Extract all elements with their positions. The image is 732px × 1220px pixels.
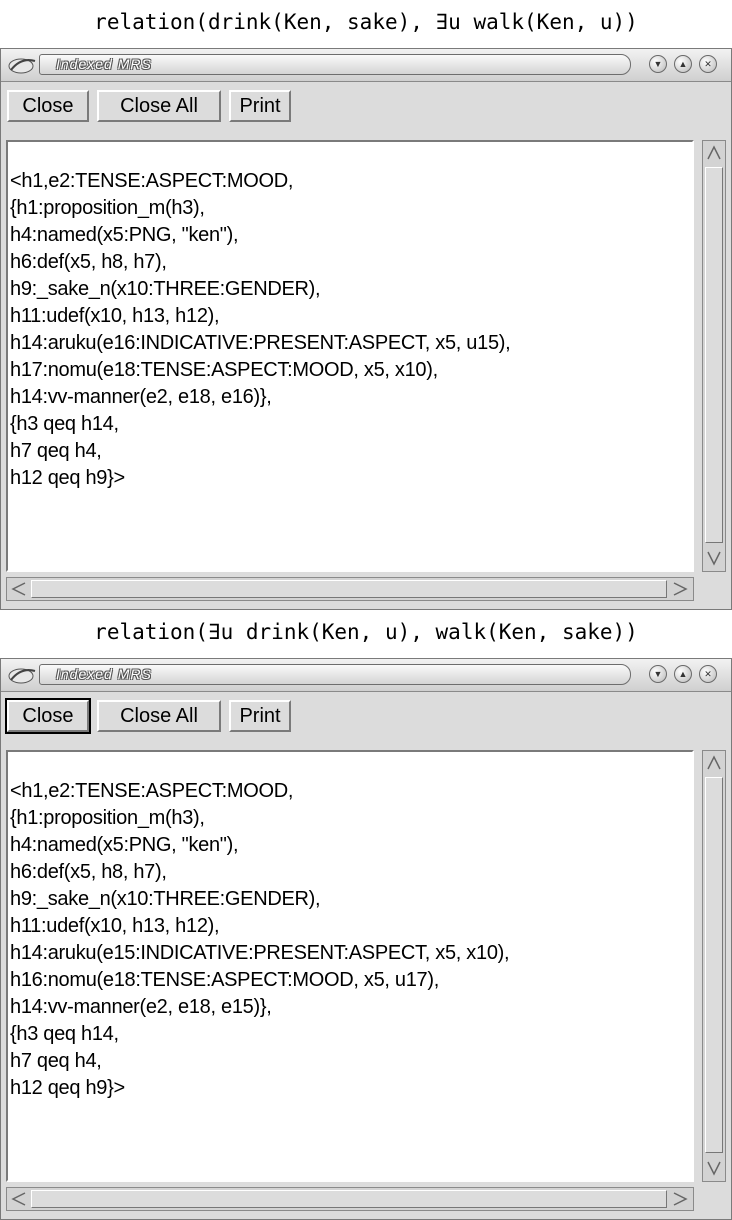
mrs-line: h14:aruku(e15:INDICATIVE:PRESENT:ASPECT,… bbox=[10, 942, 510, 964]
mrs-line: h14:aruku(e16:INDICATIVE:PRESENT:ASPECT,… bbox=[10, 332, 511, 354]
scroll-up-arrow-icon[interactable] bbox=[705, 144, 723, 162]
mrs-line: h4:named(x5:PNG, "ken"), bbox=[10, 834, 239, 856]
print-button[interactable]: Print bbox=[229, 90, 291, 122]
mrs-line: h7 qeq h4, bbox=[10, 1050, 102, 1072]
horizontal-scrollbar[interactable] bbox=[6, 577, 694, 601]
mrs-line: h4:named(x5:PNG, "ken"), bbox=[10, 224, 239, 246]
mrs-line: h14:vv-manner(e2, e18, e16)}, bbox=[10, 386, 272, 408]
vertical-scrollbar[interactable] bbox=[702, 750, 726, 1182]
toolbar: Close Close All Print bbox=[1, 82, 731, 130]
toolbar: Close Close All Print bbox=[1, 692, 731, 740]
mrs-line: h9:_sake_n(x10:THREE:GENDER), bbox=[10, 278, 321, 300]
panel-1: relation(drink(Ken, sake), ∃u walk(Ken, … bbox=[0, 0, 732, 610]
panel-caption: relation(∃u drink(Ken, u), walk(Ken, sak… bbox=[94, 620, 638, 644]
scroll-down-arrow-icon[interactable] bbox=[705, 549, 723, 567]
maximize-icon: ▲ bbox=[678, 669, 688, 679]
horizontal-scrollbar[interactable] bbox=[6, 1187, 694, 1211]
close-icon: ✕ bbox=[704, 668, 712, 679]
mrs-line: <h1,e2:TENSE:ASPECT:MOOD, bbox=[10, 170, 294, 192]
close-window-button[interactable]: ✕ bbox=[699, 665, 717, 683]
maximize-button[interactable]: ▲ bbox=[674, 665, 692, 683]
mrs-line: h12 qeq h9}> bbox=[10, 467, 125, 489]
vertical-scroll-thumb[interactable] bbox=[705, 167, 723, 543]
print-button[interactable]: Print bbox=[229, 700, 291, 732]
maximize-button[interactable]: ▲ bbox=[674, 55, 692, 73]
mrs-line: h7 qeq h4, bbox=[10, 440, 102, 462]
mrs-line: h6:def(x5, h8, h7), bbox=[10, 861, 167, 883]
maximize-icon: ▲ bbox=[678, 59, 688, 69]
minimize-icon: ▼ bbox=[653, 59, 663, 69]
horizontal-scroll-thumb[interactable] bbox=[31, 1190, 667, 1208]
app-logo-icon bbox=[8, 668, 36, 684]
minimize-icon: ▼ bbox=[653, 669, 663, 679]
mrs-line: <h1,e2:TENSE:ASPECT:MOOD, bbox=[10, 780, 294, 802]
scroll-left-arrow-icon[interactable] bbox=[10, 1190, 28, 1208]
mrs-line: h14:vv-manner(e2, e18, e15)}, bbox=[10, 996, 272, 1018]
minimize-button[interactable]: ▼ bbox=[649, 55, 667, 73]
window-title: Indexed MRS bbox=[56, 56, 152, 72]
vertical-scrollbar[interactable] bbox=[702, 140, 726, 572]
mrs-line: {h3 qeq h14, bbox=[10, 413, 119, 435]
indexed-mrs-window: Indexed MRS ▼ ▲ ✕ Close Close All Print … bbox=[0, 658, 732, 1220]
mrs-text-area[interactable]: <h1,e2:TENSE:ASPECT:MOOD, {h1:propositio… bbox=[6, 140, 694, 572]
title-bar[interactable]: Indexed MRS ▼ ▲ ✕ bbox=[1, 659, 731, 692]
mrs-line: h11:udef(x10, h13, h12), bbox=[10, 305, 220, 327]
scroll-right-arrow-icon[interactable] bbox=[671, 1190, 689, 1208]
scroll-up-arrow-icon[interactable] bbox=[705, 754, 723, 772]
close-window-button[interactable]: ✕ bbox=[699, 55, 717, 73]
scroll-right-arrow-icon[interactable] bbox=[671, 580, 689, 598]
close-icon: ✕ bbox=[704, 58, 712, 69]
mrs-line: h11:udef(x10, h13, h12), bbox=[10, 915, 220, 937]
minimize-button[interactable]: ▼ bbox=[649, 665, 667, 683]
close-button[interactable]: Close bbox=[7, 90, 89, 122]
close-all-button[interactable]: Close All bbox=[97, 700, 221, 732]
close-all-button[interactable]: Close All bbox=[97, 90, 221, 122]
scroll-left-arrow-icon[interactable] bbox=[10, 580, 28, 598]
panel-caption: relation(drink(Ken, sake), ∃u walk(Ken, … bbox=[94, 10, 638, 34]
panel-2: relation(∃u drink(Ken, u), walk(Ken, sak… bbox=[0, 610, 732, 1220]
vertical-scroll-thumb[interactable] bbox=[705, 777, 723, 1153]
title-pill: Indexed MRS bbox=[39, 54, 631, 75]
title-bar[interactable]: Indexed MRS ▼ ▲ ✕ bbox=[1, 49, 731, 82]
title-pill: Indexed MRS bbox=[39, 664, 631, 685]
scroll-down-arrow-icon[interactable] bbox=[705, 1159, 723, 1177]
mrs-line: h9:_sake_n(x10:THREE:GENDER), bbox=[10, 888, 321, 910]
mrs-line: {h1:proposition_m(h3), bbox=[10, 807, 205, 829]
close-button[interactable]: Close bbox=[5, 698, 91, 734]
mrs-line: h16:nomu(e18:TENSE:ASPECT:MOOD, x5, u17)… bbox=[10, 969, 439, 991]
window-title: Indexed MRS bbox=[56, 666, 152, 682]
mrs-line: {h1:proposition_m(h3), bbox=[10, 197, 205, 219]
indexed-mrs-window: Indexed MRS ▼ ▲ ✕ Close Close All Print … bbox=[0, 48, 732, 610]
horizontal-scroll-thumb[interactable] bbox=[31, 580, 667, 598]
mrs-line: h6:def(x5, h8, h7), bbox=[10, 251, 167, 273]
mrs-line: h12 qeq h9}> bbox=[10, 1077, 125, 1099]
app-logo-icon bbox=[8, 58, 36, 74]
mrs-line: {h3 qeq h14, bbox=[10, 1023, 119, 1045]
mrs-line: h17:nomu(e18:TENSE:ASPECT:MOOD, x5, x10)… bbox=[10, 359, 438, 381]
mrs-text-area[interactable]: <h1,e2:TENSE:ASPECT:MOOD, {h1:propositio… bbox=[6, 750, 694, 1182]
